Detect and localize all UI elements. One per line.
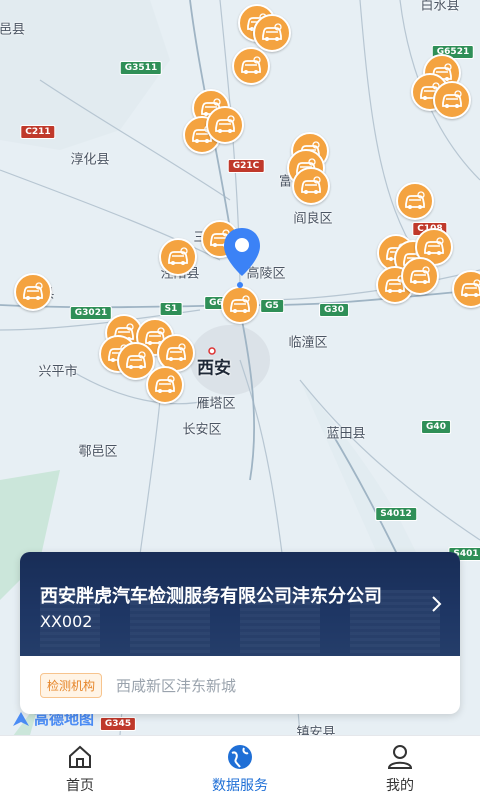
station-marker-car-icon[interactable] xyxy=(292,167,330,205)
station-marker-car-icon[interactable] xyxy=(232,47,270,85)
station-marker-car-icon[interactable] xyxy=(401,257,439,295)
home-icon xyxy=(69,745,91,768)
road-shield: S1 xyxy=(159,302,183,316)
road-shield: S4012 xyxy=(375,507,417,521)
map-place-label: 雁塔区 xyxy=(196,396,236,412)
station-address: 西咸新区沣东新城 xyxy=(116,676,237,695)
road-shield: G345 xyxy=(99,717,137,731)
map-place-label: 临潼区 xyxy=(288,335,328,351)
tab-label: 我的 xyxy=(386,777,414,794)
bottom-tab-bar: 首页 数据服务 我的 xyxy=(0,735,480,801)
station-marker-car-icon[interactable] xyxy=(146,366,184,404)
map-place-label: 蓝田县 xyxy=(326,426,366,442)
station-marker-car-icon[interactable] xyxy=(253,14,291,52)
station-marker-car-icon[interactable] xyxy=(433,81,471,119)
map-place-label: 阎良区 xyxy=(293,211,333,227)
station-card[interactable]: 西安胖虎汽车检测服务有限公司沣东分公司 XX002 检测机构 西咸新区沣东新城 xyxy=(20,552,460,714)
map-place-label: 白水县 xyxy=(420,0,460,14)
road-shield: G3021 xyxy=(69,306,113,320)
road-shield: G5 xyxy=(260,299,284,313)
station-marker-car-icon[interactable] xyxy=(159,238,197,276)
map-place-label: 邑县 xyxy=(0,22,26,38)
chevron-right-icon[interactable] xyxy=(430,594,442,614)
tab-data-service[interactable]: 数据服务 xyxy=(160,736,320,801)
road-shield: G40 xyxy=(421,420,451,434)
map-place-label: 长安区 xyxy=(182,422,222,438)
tab-label: 首页 xyxy=(66,777,94,794)
globe-icon xyxy=(228,744,252,769)
station-card-hero: 西安胖虎汽车检测服务有限公司沣东分公司 XX002 xyxy=(20,552,460,656)
station-code: XX002 xyxy=(40,612,93,631)
user-icon xyxy=(387,744,413,769)
station-marker-car-icon[interactable] xyxy=(206,106,244,144)
tab-home[interactable]: 首页 xyxy=(0,736,160,801)
road-shield: G21C xyxy=(227,159,265,173)
road-shield: G3511 xyxy=(119,61,163,75)
map-city-label: 西安 xyxy=(197,358,231,379)
station-card-footer: 检测机构 西咸新区沣东新城 xyxy=(20,656,460,714)
tab-label: 数据服务 xyxy=(212,777,268,794)
category-badge: 检测机构 xyxy=(40,672,103,698)
road-shield: G30 xyxy=(319,303,349,317)
map-place-label: 兴平市 xyxy=(38,364,78,380)
station-marker-car-icon[interactable] xyxy=(14,273,52,311)
tab-profile[interactable]: 我的 xyxy=(320,736,480,801)
station-marker-car-icon[interactable] xyxy=(221,286,259,324)
map-place-label: 鄠邑区 xyxy=(78,444,118,460)
station-name: 西安胖虎汽车检测服务有限公司沣东分公司 xyxy=(40,586,382,607)
current-location-dot xyxy=(237,282,243,288)
location-pin-icon[interactable] xyxy=(222,226,262,278)
map-place-label: 淳化县 xyxy=(70,152,110,168)
station-marker-car-icon[interactable] xyxy=(396,182,434,220)
road-shield: C211 xyxy=(20,125,56,139)
